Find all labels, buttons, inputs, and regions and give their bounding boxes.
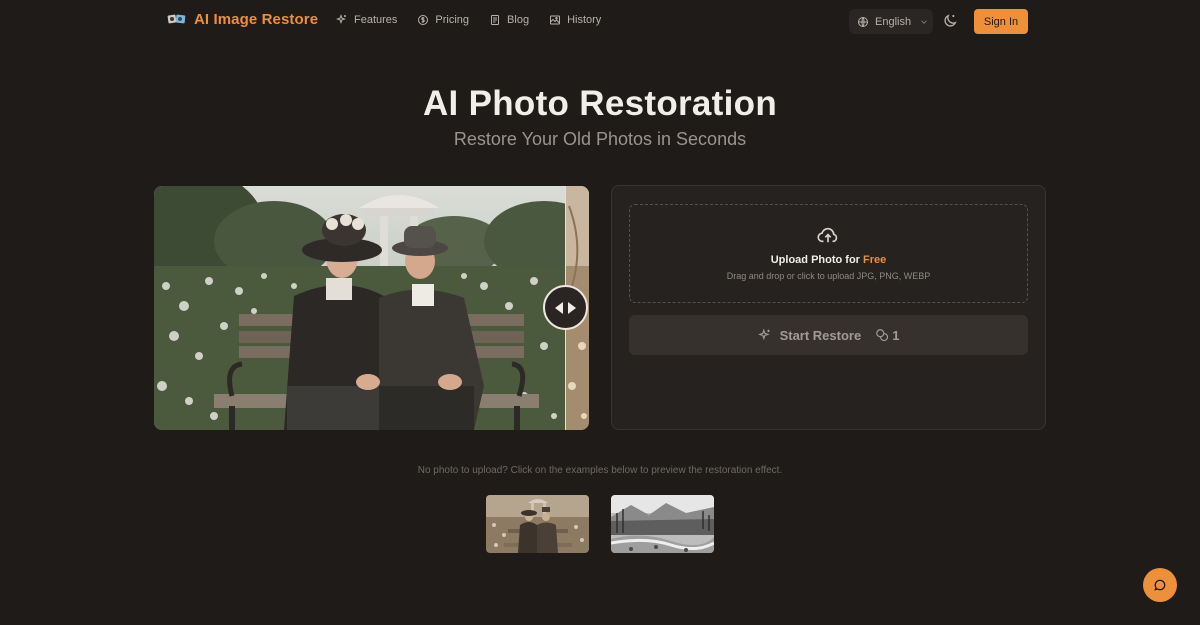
arrow-left-icon: [555, 301, 563, 314]
restored-photo: [154, 186, 589, 430]
before-after-preview[interactable]: [154, 186, 589, 430]
logo-icon: [167, 14, 186, 25]
nav-features[interactable]: Features: [336, 14, 397, 26]
nav-label: Features: [354, 14, 398, 26]
compare-slider-handle[interactable]: [543, 285, 588, 330]
start-restore-button[interactable]: Start Restore 1: [629, 315, 1028, 355]
example-thumbnail-landscape[interactable]: [611, 495, 714, 553]
chat-button[interactable]: [1143, 568, 1177, 602]
coins-icon: [876, 329, 889, 342]
upload-title-prefix: Upload Photo for: [770, 254, 863, 266]
nav-label: History: [567, 14, 602, 26]
arrow-right-icon: [568, 301, 576, 314]
coin-icon: [418, 15, 429, 25]
cloud-upload-icon: [817, 227, 838, 243]
upload-title: Upload Photo for Free: [629, 254, 1028, 266]
logo-text: AI Image Restore: [194, 11, 319, 28]
page-subtitle: Restore Your Old Photos in Seconds: [453, 129, 747, 149]
page-title: AI Photo Restoration: [422, 84, 778, 123]
sparkles-icon: [757, 328, 770, 341]
nav-pricing[interactable]: Pricing: [417, 14, 469, 26]
example-thumbnail-couple[interactable]: [486, 495, 589, 553]
nav-blog[interactable]: Blog: [489, 14, 529, 26]
image-history-icon: [550, 15, 561, 25]
main-nav: Features Pricing Blog History: [336, 14, 601, 26]
sign-in-button[interactable]: Sign In: [974, 9, 1028, 34]
logo[interactable]: AI Image Restore: [167, 11, 319, 28]
credit-cost: 1: [875, 328, 899, 343]
example-photo-couple: [486, 495, 589, 553]
nav-label: Blog: [507, 14, 530, 26]
upload-hint: Drag and drop or click to upload JPG, PN…: [726, 271, 931, 281]
upload-title-free: Free: [863, 254, 887, 266]
nav-history[interactable]: History: [549, 14, 601, 26]
chevron-down-icon: [921, 19, 927, 24]
chat-bubble-icon: [1154, 579, 1166, 591]
credit-count: 1: [892, 327, 900, 343]
sparkles-icon: [336, 14, 347, 25]
nav-label: Pricing: [435, 14, 470, 26]
example-photo-landscape: [611, 495, 714, 553]
examples-hint: No photo to upload? Click on the example…: [417, 465, 783, 476]
moon-icon[interactable]: [942, 13, 958, 29]
document-icon: [491, 15, 500, 25]
language-select[interactable]: English: [849, 9, 933, 34]
language-label: English: [875, 15, 912, 28]
globe-icon: [858, 16, 868, 27]
top-navbar: AI Image Restore Features Pricing Blog H…: [0, 0, 1200, 42]
start-restore-label: Start Restore: [779, 327, 862, 343]
